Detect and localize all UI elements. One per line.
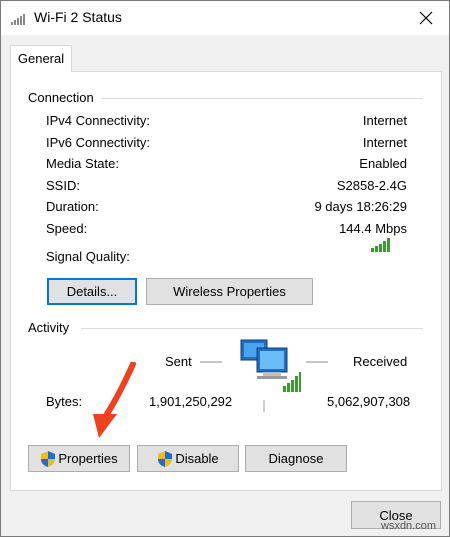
bytes-label: Bytes: bbox=[46, 394, 83, 409]
tab-general[interactable]: General bbox=[10, 45, 72, 72]
general-panel: Connection IPv4 Connectivity: Internet I… bbox=[10, 71, 442, 491]
uac-shield-icon bbox=[157, 450, 173, 468]
ssid-value: S2858-2.4G bbox=[336, 178, 407, 193]
red-arrow-pointer bbox=[89, 361, 139, 445]
diagnose-button[interactable]: Diagnose bbox=[245, 445, 347, 472]
disable-button[interactable]: Disable bbox=[137, 445, 239, 472]
wifi-signal-icon bbox=[11, 13, 29, 28]
activity-stem bbox=[263, 400, 265, 412]
ipv6-value: Internet bbox=[362, 135, 407, 150]
watermark: wsxdn.com bbox=[381, 520, 437, 532]
sent-line bbox=[200, 361, 222, 363]
signal-bars-icon bbox=[371, 238, 391, 255]
uac-shield-icon bbox=[40, 450, 56, 468]
title-bar: Wi-Fi 2 Status bbox=[1, 1, 449, 35]
details-button[interactable]: Details... bbox=[47, 278, 137, 305]
bytes-sent-value: 1,901,250,292 bbox=[149, 394, 233, 409]
media-state-label: Media State: bbox=[46, 156, 119, 171]
speed-value: 144.4 Mbps bbox=[339, 221, 407, 236]
received-label: Received bbox=[353, 354, 408, 369]
signal-quality-label: Signal Quality: bbox=[46, 249, 130, 264]
network-computers-icon bbox=[239, 338, 301, 397]
ipv4-value: Internet bbox=[362, 113, 407, 128]
activity-divider bbox=[81, 328, 423, 329]
ipv4-label: IPv4 Connectivity: bbox=[46, 113, 151, 128]
ipv6-label: IPv6 Connectivity: bbox=[46, 135, 151, 150]
sent-label: Sent bbox=[165, 354, 192, 369]
close-icon[interactable] bbox=[403, 1, 449, 35]
received-line bbox=[306, 361, 328, 363]
properties-label: Properties bbox=[58, 451, 118, 466]
disable-label: Disable bbox=[175, 451, 219, 466]
speed-label: Speed: bbox=[46, 221, 88, 236]
properties-button[interactable]: Properties bbox=[28, 445, 130, 472]
duration-value: 9 days 18:26:29 bbox=[314, 199, 407, 214]
ssid-label: SSID: bbox=[46, 178, 80, 193]
bytes-received-value: 5,062,907,308 bbox=[327, 394, 411, 409]
activity-section-label: Activity bbox=[28, 320, 70, 335]
media-state-value: Enabled bbox=[359, 156, 407, 171]
duration-label: Duration: bbox=[46, 199, 99, 214]
window-title: Wi-Fi 2 Status bbox=[34, 9, 122, 25]
status-dialog: Wi-Fi 2 Status General Connection IPv4 C… bbox=[0, 0, 450, 537]
connection-divider bbox=[101, 98, 423, 99]
connection-section-label: Connection bbox=[28, 90, 94, 105]
wireless-properties-button[interactable]: Wireless Properties bbox=[146, 278, 313, 305]
